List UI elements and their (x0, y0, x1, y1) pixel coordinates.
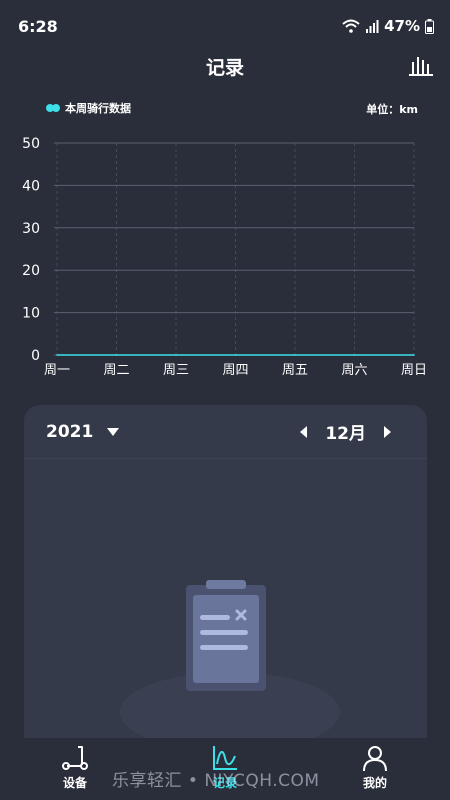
y-tick-label: 10 (22, 306, 40, 322)
data-point (56, 354, 58, 356)
year-select[interactable]: 2021 (46, 421, 120, 442)
status-bar: 6:28 47% (0, 0, 450, 52)
caret-down-icon (107, 427, 120, 436)
records-card: 2021 12月 (24, 405, 427, 745)
page-title: 记录 (205, 56, 244, 79)
watermark: 乐享轻汇 • NIYCQH.COM (112, 771, 320, 791)
x-tick-label: 周二 (103, 363, 129, 378)
tab-device[interactable]: 设备 (25, 744, 125, 791)
battery-icon (425, 18, 434, 34)
legend-marker-icon (46, 104, 60, 112)
chart-legend: 本周骑行数据 (46, 100, 131, 116)
weekly-ride-chart: 50 40 30 20 10 0 周一 周二 周三 周四 周五 周六 周日 (22, 136, 427, 378)
empty-clipboard-icon (120, 580, 340, 745)
battery-percent: 47% (384, 17, 420, 35)
data-point (175, 354, 177, 356)
signal-icon (366, 20, 379, 33)
x-tick-label: 周三 (163, 363, 189, 378)
data-point (115, 354, 118, 356)
x-tick-label: 周五 (282, 363, 308, 378)
x-tick-label: 周四 (222, 363, 248, 378)
y-tick-label: 30 (22, 221, 40, 237)
tab-label: 我的 (362, 776, 387, 790)
tab-mine[interactable]: 我的 (325, 744, 425, 791)
prev-month-icon[interactable] (300, 425, 308, 438)
y-tick-label: 40 (22, 178, 40, 194)
header: 记录 (0, 48, 450, 84)
scooter-icon (62, 746, 88, 770)
data-point (353, 354, 356, 356)
card-header: 2021 12月 (24, 405, 427, 459)
status-icons: 47% (342, 17, 434, 35)
chart-unit: 单位：km (366, 103, 418, 116)
next-month-icon[interactable] (384, 425, 391, 438)
y-tick-label: 50 (22, 136, 40, 152)
year-value: 2021 (46, 421, 94, 442)
legend-label: 本周骑行数据 (65, 102, 131, 115)
month-nav: 12月 (300, 419, 391, 444)
user-icon (363, 746, 387, 772)
data-point (294, 354, 296, 356)
x-tick-label: 周日 (401, 363, 427, 378)
status-time: 6:28 (18, 16, 58, 36)
data-point (234, 354, 237, 356)
wifi-icon (342, 19, 360, 33)
y-tick-label: 0 (31, 348, 40, 364)
month-value: 12月 (325, 424, 366, 444)
bar-chart-icon[interactable] (408, 52, 434, 78)
x-tick-label: 周六 (341, 363, 367, 378)
y-tick-label: 20 (22, 263, 40, 279)
data-point (413, 354, 415, 356)
x-tick-label: 周一 (44, 363, 70, 378)
tab-label: 设备 (62, 776, 87, 790)
